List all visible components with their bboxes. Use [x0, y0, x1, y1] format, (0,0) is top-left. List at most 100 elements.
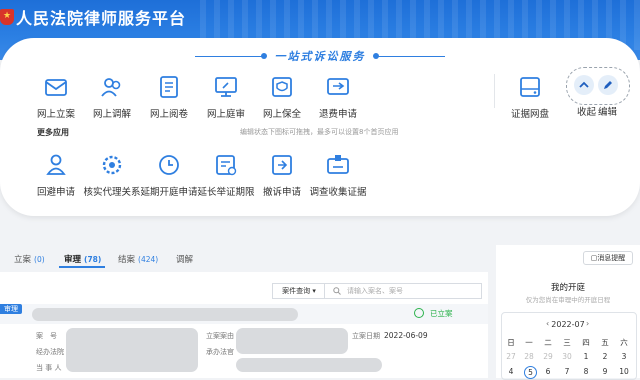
weekday: 五 — [601, 338, 609, 347]
service-verify-agency[interactable]: 核实代理关系 — [82, 152, 142, 198]
tab-trial[interactable]: 审理 (78) — [64, 253, 101, 265]
service-refund-request[interactable]: 退费申请 — [308, 74, 368, 120]
edit-hint: 编辑状态下图标可拖拽，最多可以设置8个首页应用 — [240, 128, 399, 136]
people-icon — [101, 78, 121, 97]
service-online-review[interactable]: 网上阅卷 — [139, 74, 199, 120]
calendar-next-button[interactable]: › — [586, 319, 589, 328]
filed-date-label: 立案日期 — [352, 332, 380, 340]
check-circle-icon — [414, 308, 424, 318]
service-recusal-request[interactable]: 回避申请 — [26, 152, 86, 198]
drive-icon — [520, 77, 540, 97]
calendar-day[interactable]: 4 — [502, 367, 520, 376]
monitor-icon — [215, 77, 237, 97]
withdraw-icon — [272, 155, 292, 175]
divider — [494, 74, 495, 108]
calendar-day[interactable]: 10 — [615, 367, 633, 376]
service-label: 证据网盘 — [510, 109, 549, 120]
calendar-day[interactable]: 1 — [577, 352, 595, 361]
tab-closed[interactable]: 结案 (424) — [118, 253, 158, 265]
party-label: 当 事 人 — [36, 364, 62, 372]
filed-date-value: 2022-06-09 — [384, 331, 428, 340]
calendar-day[interactable]: 8 — [577, 367, 595, 376]
service-label: 延期开庭申请 — [140, 187, 198, 198]
weekday: 四 — [582, 338, 590, 347]
service-label: 撤诉申请 — [262, 187, 301, 198]
service-label: 延长举证期限 — [197, 187, 255, 198]
tab-filing[interactable]: 立案 (0) — [14, 253, 45, 265]
service-label: 网上阅卷 — [149, 109, 188, 120]
calendar-day[interactable]: 30 — [558, 352, 576, 361]
collect-icon — [327, 155, 349, 174]
banner-title: 一站式诉讼服务 — [274, 50, 366, 63]
calendar-day[interactable]: 29 — [539, 352, 557, 361]
search-icon — [333, 287, 341, 295]
envelope-icon — [45, 79, 67, 96]
case-no-label: 案 号 — [36, 332, 57, 340]
active-tab-indicator — [59, 266, 105, 268]
service-label: 网上保全 — [262, 109, 301, 120]
service-label: 网上立案 — [36, 109, 75, 120]
service-banner: 一站式诉讼服务 — [195, 46, 445, 66]
service-evidence-drive[interactable]: 证据网盘 — [500, 74, 560, 120]
weekday: 六 — [620, 338, 628, 347]
calendar-day[interactable]: 6 — [539, 367, 557, 376]
calendar-month: 2022-07 — [551, 320, 585, 329]
service-online-filing[interactable]: 网上立案 — [26, 74, 86, 120]
weekday: 一 — [525, 338, 533, 347]
more-apps-title: 更多应用 — [37, 128, 69, 137]
message-reminder-button[interactable]: ▢消息提醒 — [583, 251, 633, 265]
calendar-doc-icon — [216, 155, 237, 176]
court-emblem-icon — [0, 9, 14, 25]
calendar-day[interactable]: 27 — [502, 352, 520, 361]
service-postpone-hearing[interactable]: 延期开庭申请 — [139, 152, 199, 198]
edit-label[interactable]: 编辑 — [598, 104, 617, 118]
shield-icon — [272, 77, 292, 97]
calendar-day[interactable]: 2 — [596, 352, 614, 361]
judge-label: 承办法官 — [206, 348, 234, 356]
chevron-up-icon — [579, 81, 589, 88]
collapse-label[interactable]: 收起 — [577, 104, 596, 118]
collapse-button[interactable] — [574, 75, 594, 95]
service-online-mediation[interactable]: 网上调解 — [82, 74, 142, 120]
search-placeholder: 请输入案名、案号 — [347, 287, 403, 295]
my-hearings-subtitle: 仅为您尚在审理中的开庭日程 — [525, 296, 611, 304]
calendar-day[interactable]: 9 — [596, 367, 614, 376]
tab-mediation[interactable]: 调解 — [176, 253, 196, 265]
calendar-day-today[interactable]: 5 — [524, 366, 537, 379]
service-investigate-evidence[interactable]: 调查收集证据 — [308, 152, 368, 198]
my-hearings-title: 我的开庭 — [550, 283, 585, 293]
weekday: 日 — [507, 338, 515, 347]
service-online-hearing[interactable]: 网上庭审 — [196, 74, 256, 120]
service-label: 回避申请 — [36, 187, 75, 198]
redacted-case-details — [66, 328, 198, 372]
redacted-cause-judge — [236, 328, 348, 354]
gear-person-icon — [102, 155, 122, 175]
case-query-dropdown[interactable]: 案件查询 ▾ — [272, 283, 326, 299]
redacted-party — [236, 358, 382, 372]
redacted-case-title — [32, 308, 298, 321]
weekday: 二 — [544, 338, 552, 347]
service-label: 核实代理关系 — [83, 187, 141, 198]
case-status-tag: 审理 — [0, 304, 22, 314]
service-label: 调查收集证据 — [309, 187, 367, 198]
service-extend-evidence[interactable]: 延长举证期限 — [196, 152, 256, 198]
document-icon — [160, 76, 178, 98]
case-search-input[interactable]: 请输入案名、案号 — [324, 283, 482, 299]
court-label: 经办法院 — [36, 348, 64, 356]
calendar-day[interactable]: 7 — [558, 367, 576, 376]
pencil-icon — [604, 81, 612, 89]
cause-label: 立案案由 — [206, 332, 234, 340]
edit-button[interactable] — [598, 75, 618, 95]
service-withdraw-suit[interactable]: 撤诉申请 — [252, 152, 312, 198]
clock-icon — [159, 155, 179, 175]
app-title: 人民法院律师服务平台 — [16, 9, 187, 28]
calendar-day[interactable]: 3 — [615, 352, 633, 361]
refund-icon — [327, 78, 349, 95]
service-label: 网上调解 — [92, 109, 131, 120]
service-label: 退费申请 — [318, 109, 357, 120]
calendar-day[interactable]: 28 — [520, 352, 538, 361]
service-label: 网上庭审 — [206, 109, 245, 120]
service-online-preservation[interactable]: 网上保全 — [252, 74, 312, 120]
person-icon — [46, 154, 66, 175]
weekday: 三 — [563, 338, 571, 347]
